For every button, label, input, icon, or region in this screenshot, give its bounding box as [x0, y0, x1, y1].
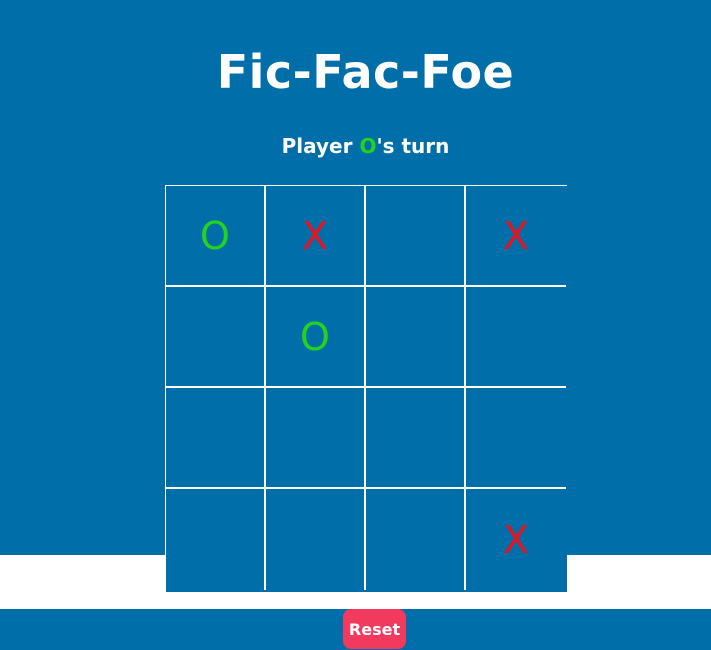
turn-status: Player O's turn — [0, 130, 711, 162]
board-cell[interactable] — [466, 388, 566, 489]
board-cell[interactable]: X — [266, 186, 366, 287]
board-cell[interactable]: O — [166, 186, 266, 287]
board-cell[interactable] — [266, 388, 366, 489]
current-player: O — [359, 134, 377, 158]
board-cell[interactable] — [466, 287, 566, 388]
board-cell[interactable] — [166, 287, 266, 388]
reset-button[interactable]: Reset — [343, 609, 406, 649]
board-cell[interactable] — [366, 186, 466, 287]
board-cell[interactable]: X — [466, 186, 566, 287]
game-board: OXXOX — [165, 185, 567, 592]
board-cell[interactable] — [266, 489, 366, 590]
turn-status-prefix: Player — [281, 134, 360, 158]
board-cell[interactable] — [366, 489, 466, 590]
board-cell[interactable]: O — [266, 287, 366, 388]
turn-status-suffix: 's turn — [376, 134, 450, 158]
board-cell[interactable] — [166, 388, 266, 489]
board-cell[interactable]: X — [466, 489, 566, 590]
game-title: Fic-Fac-Foe — [216, 45, 515, 99]
board-cell[interactable] — [366, 388, 466, 489]
board-cell[interactable] — [366, 287, 466, 388]
board-cell[interactable] — [166, 489, 266, 590]
